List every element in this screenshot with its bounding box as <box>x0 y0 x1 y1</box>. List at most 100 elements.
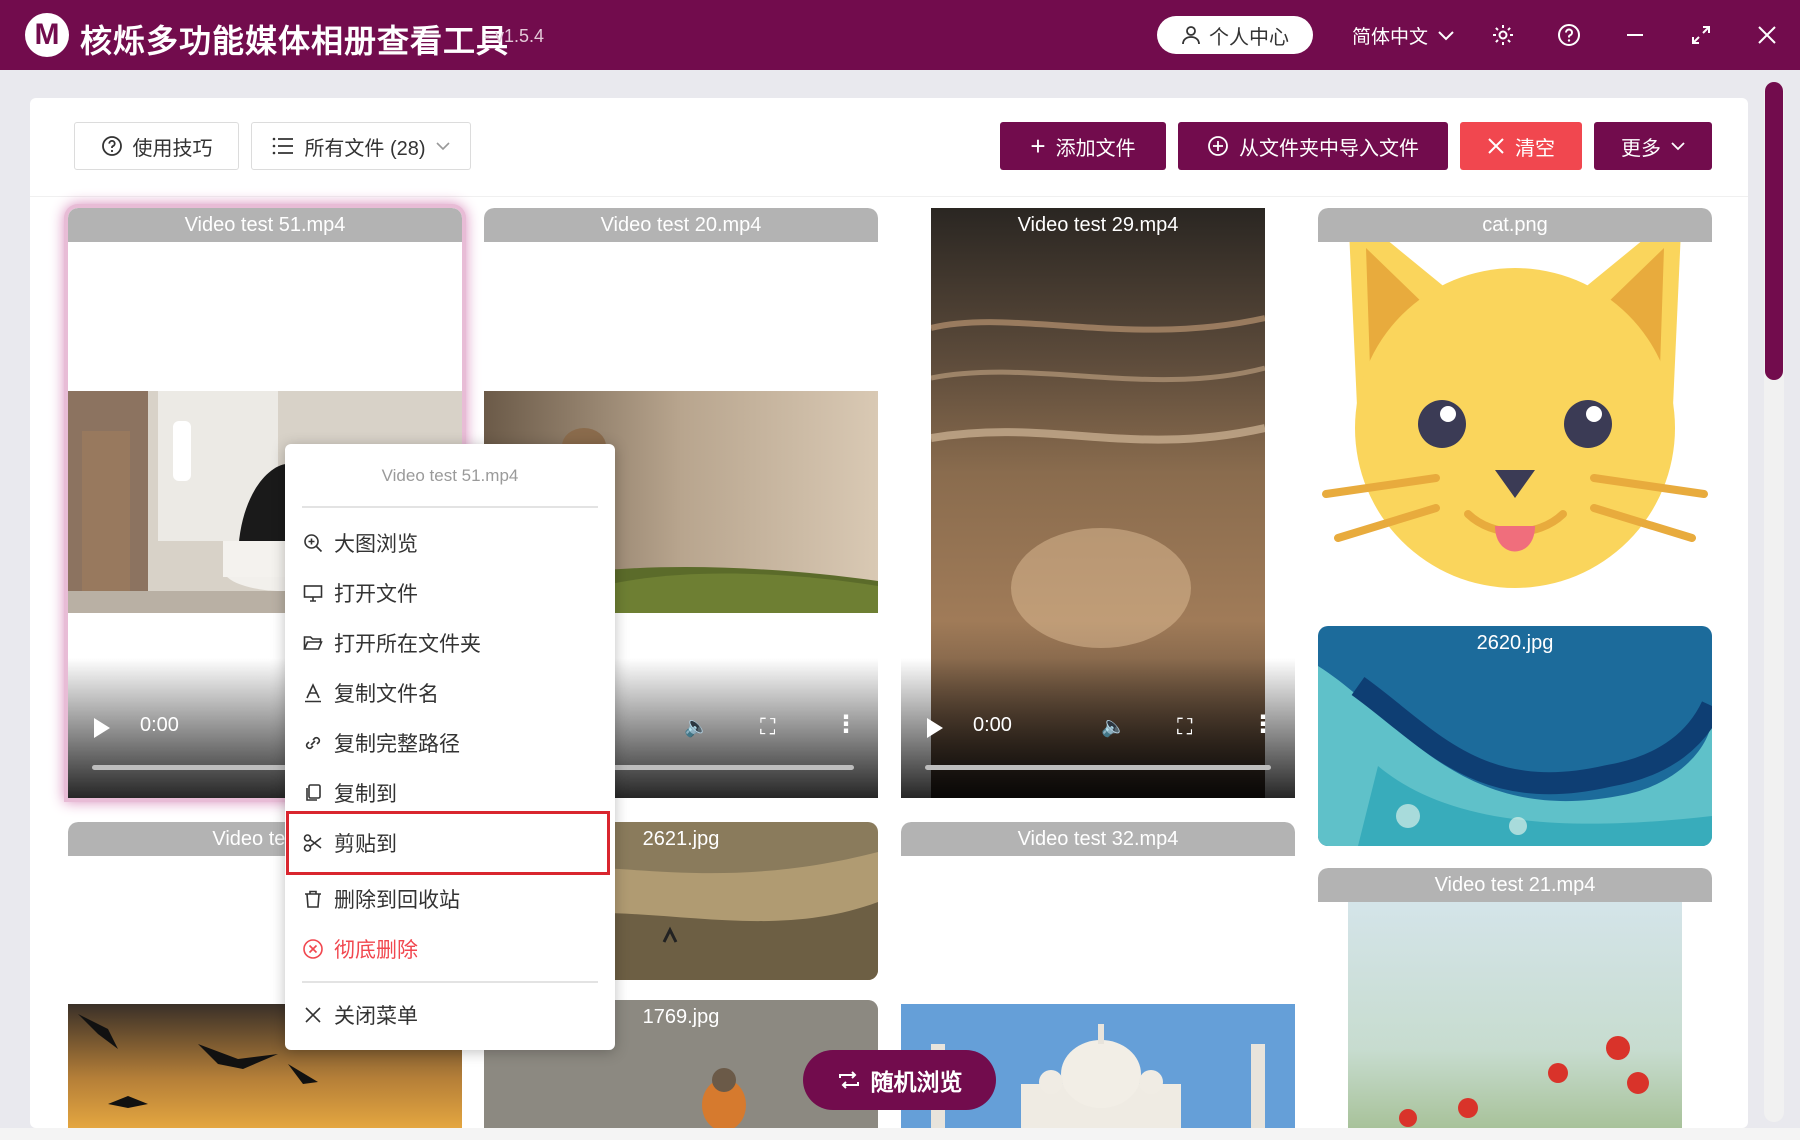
volume-icon[interactable]: 🔈 <box>1101 714 1126 739</box>
menu-item-copy-path[interactable]: 复制完整路径 <box>302 718 598 768</box>
user-icon <box>1182 26 1200 45</box>
language-label: 简体中文 <box>1352 27 1429 48</box>
trash-icon <box>302 888 324 910</box>
help-icon <box>1558 24 1580 46</box>
minimize-button[interactable] <box>1618 18 1652 52</box>
chevron-down-icon <box>1438 30 1454 40</box>
media-card-2620[interactable]: 2620.jpg <box>1318 626 1712 846</box>
help-button[interactable] <box>1552 18 1586 52</box>
media-card-video-test-21[interactable]: Video test 21.mp4 <box>1318 868 1712 1128</box>
import-folder-button[interactable]: 从文件夹中导入文件 <box>1178 122 1448 170</box>
plus-icon: + <box>1030 131 1046 161</box>
menu-item-label: 复制完整路径 <box>334 733 460 756</box>
menu-item-label: 删除到回收站 <box>334 889 460 912</box>
media-card-video-test-29[interactable]: Video test 29.mp4 0:00 🔈 ⛶ ⋮ <box>901 208 1295 798</box>
card-title: 2620.jpg <box>1476 632 1554 654</box>
expand-icon <box>1692 26 1710 44</box>
menu-divider <box>302 506 598 508</box>
card-title: Video test 20.mp4 <box>484 208 878 242</box>
tips-button[interactable]: 使用技巧 <box>74 122 239 170</box>
text-icon <box>302 682 324 704</box>
chevron-down-icon <box>1671 141 1685 150</box>
user-center-button[interactable]: 个人中心 <box>1157 16 1313 54</box>
scrollbar-thumb[interactable] <box>1765 82 1783 380</box>
folder-open-icon <box>302 632 324 654</box>
menu-item-label: 彻底删除 <box>334 939 418 962</box>
menu-item-open-folder[interactable]: 打开所在文件夹 <box>302 618 598 668</box>
link-icon <box>302 732 324 754</box>
chevron-down-icon <box>435 141 450 150</box>
more-options-icon[interactable]: ⋮ <box>1251 710 1275 739</box>
card-title: Video test 32.mp4 <box>901 822 1295 856</box>
menu-item-copy-filename[interactable]: 复制文件名 <box>302 668 598 718</box>
close-circle-icon <box>302 938 324 960</box>
card-title: Video test 29.mp4 <box>1017 214 1179 236</box>
media-card-cat[interactable]: cat.png <box>1318 208 1712 608</box>
menu-item-large-view[interactable]: 大图浏览 <box>302 518 598 568</box>
menu-item-cut-to[interactable]: 剪贴到 <box>286 811 610 875</box>
card-title: Video test 51.mp4 <box>68 208 462 242</box>
context-menu: Video test 51.mp4 大图浏览 打开文件 打开所在文件夹 复制文件… <box>285 444 615 1050</box>
menu-item-delete-permanently[interactable]: 彻底删除 <box>302 924 598 974</box>
menu-item-recycle[interactable]: 删除到回收站 <box>302 874 598 924</box>
user-center-label: 个人中心 <box>1209 26 1289 49</box>
toolbar-divider <box>30 196 1748 197</box>
random-browse-button[interactable]: 随机浏览 <box>803 1050 996 1110</box>
more-label: 更多 <box>1621 137 1661 160</box>
file-filter-label: 所有文件 (28) <box>304 137 426 160</box>
menu-item-label: 剪贴到 <box>334 833 397 856</box>
maximize-button[interactable] <box>1684 18 1718 52</box>
play-icon[interactable] <box>94 718 110 738</box>
language-select[interactable]: 简体中文 <box>1352 22 1454 49</box>
clear-label: 清空 <box>1515 137 1555 160</box>
random-browse-label: 随机浏览 <box>870 1069 963 1095</box>
menu-item-copy-to[interactable]: 复制到 <box>302 768 598 818</box>
card-title: cat.png <box>1318 208 1712 242</box>
play-icon[interactable] <box>927 718 943 738</box>
zoom-in-icon <box>302 532 324 554</box>
video-time: 0:00 <box>973 714 1012 736</box>
minimize-icon <box>1627 34 1643 36</box>
menu-item-label: 打开所在文件夹 <box>334 633 481 656</box>
menu-item-label: 复制文件名 <box>334 683 439 706</box>
menu-item-label: 打开文件 <box>334 583 418 606</box>
menu-item-label: 复制到 <box>334 783 397 806</box>
context-menu-title: Video test 51.mp4 <box>381 466 519 485</box>
fullscreen-icon[interactable]: ⛶ <box>1177 714 1192 740</box>
video-progress-bar[interactable] <box>925 765 1271 770</box>
tips-label: 使用技巧 <box>132 137 213 160</box>
cat-image <box>1318 208 1712 608</box>
card-title: Video test 21.mp4 <box>1318 868 1712 902</box>
more-button[interactable]: 更多 <box>1594 122 1712 170</box>
close-icon <box>1488 138 1504 154</box>
add-file-button[interactable]: + 添加文件 <box>1000 122 1166 170</box>
file-filter-select[interactable]: 所有文件 (28) <box>251 122 471 170</box>
video-time: 0:00 <box>140 714 179 736</box>
more-options-icon[interactable]: ⋮ <box>834 710 858 739</box>
close-button[interactable] <box>1750 18 1784 52</box>
monitor-icon <box>302 582 324 604</box>
poppy-image <box>1348 868 1682 1128</box>
menu-item-label: 大图浏览 <box>334 533 418 556</box>
menu-item-open-file[interactable]: 打开文件 <box>302 568 598 618</box>
media-card-video-test-32[interactable]: Video test 32.mp4 <box>901 822 1295 972</box>
app-title: 核烁多功能媒体相册查看工具 <box>80 23 510 59</box>
app-version: - v1.5.4 <box>484 26 545 46</box>
video-controls: 0:00 🔈 ⛶ ⋮ <box>901 658 1295 798</box>
volume-icon[interactable]: 🔈 <box>684 714 709 739</box>
close-icon <box>302 1004 324 1026</box>
help-icon <box>101 136 122 156</box>
close-icon <box>1758 26 1776 44</box>
menu-item-close-menu[interactable]: 关闭菜单 <box>302 990 598 1040</box>
repeat-icon <box>838 1071 859 1089</box>
clear-button[interactable]: 清空 <box>1460 122 1582 170</box>
menu-item-label: 关闭菜单 <box>334 1005 418 1028</box>
title-bar: M 核烁多功能媒体相册查看工具 - v1.5.4 个人中心 简体中文 <box>0 0 1800 70</box>
copy-icon <box>302 782 324 804</box>
gear-icon <box>1493 25 1513 45</box>
add-file-label: 添加文件 <box>1055 137 1136 160</box>
import-folder-label: 从文件夹中导入文件 <box>1239 137 1419 160</box>
plus-circle-icon <box>1208 136 1228 156</box>
settings-button[interactable] <box>1486 18 1520 52</box>
fullscreen-icon[interactable]: ⛶ <box>760 714 775 740</box>
